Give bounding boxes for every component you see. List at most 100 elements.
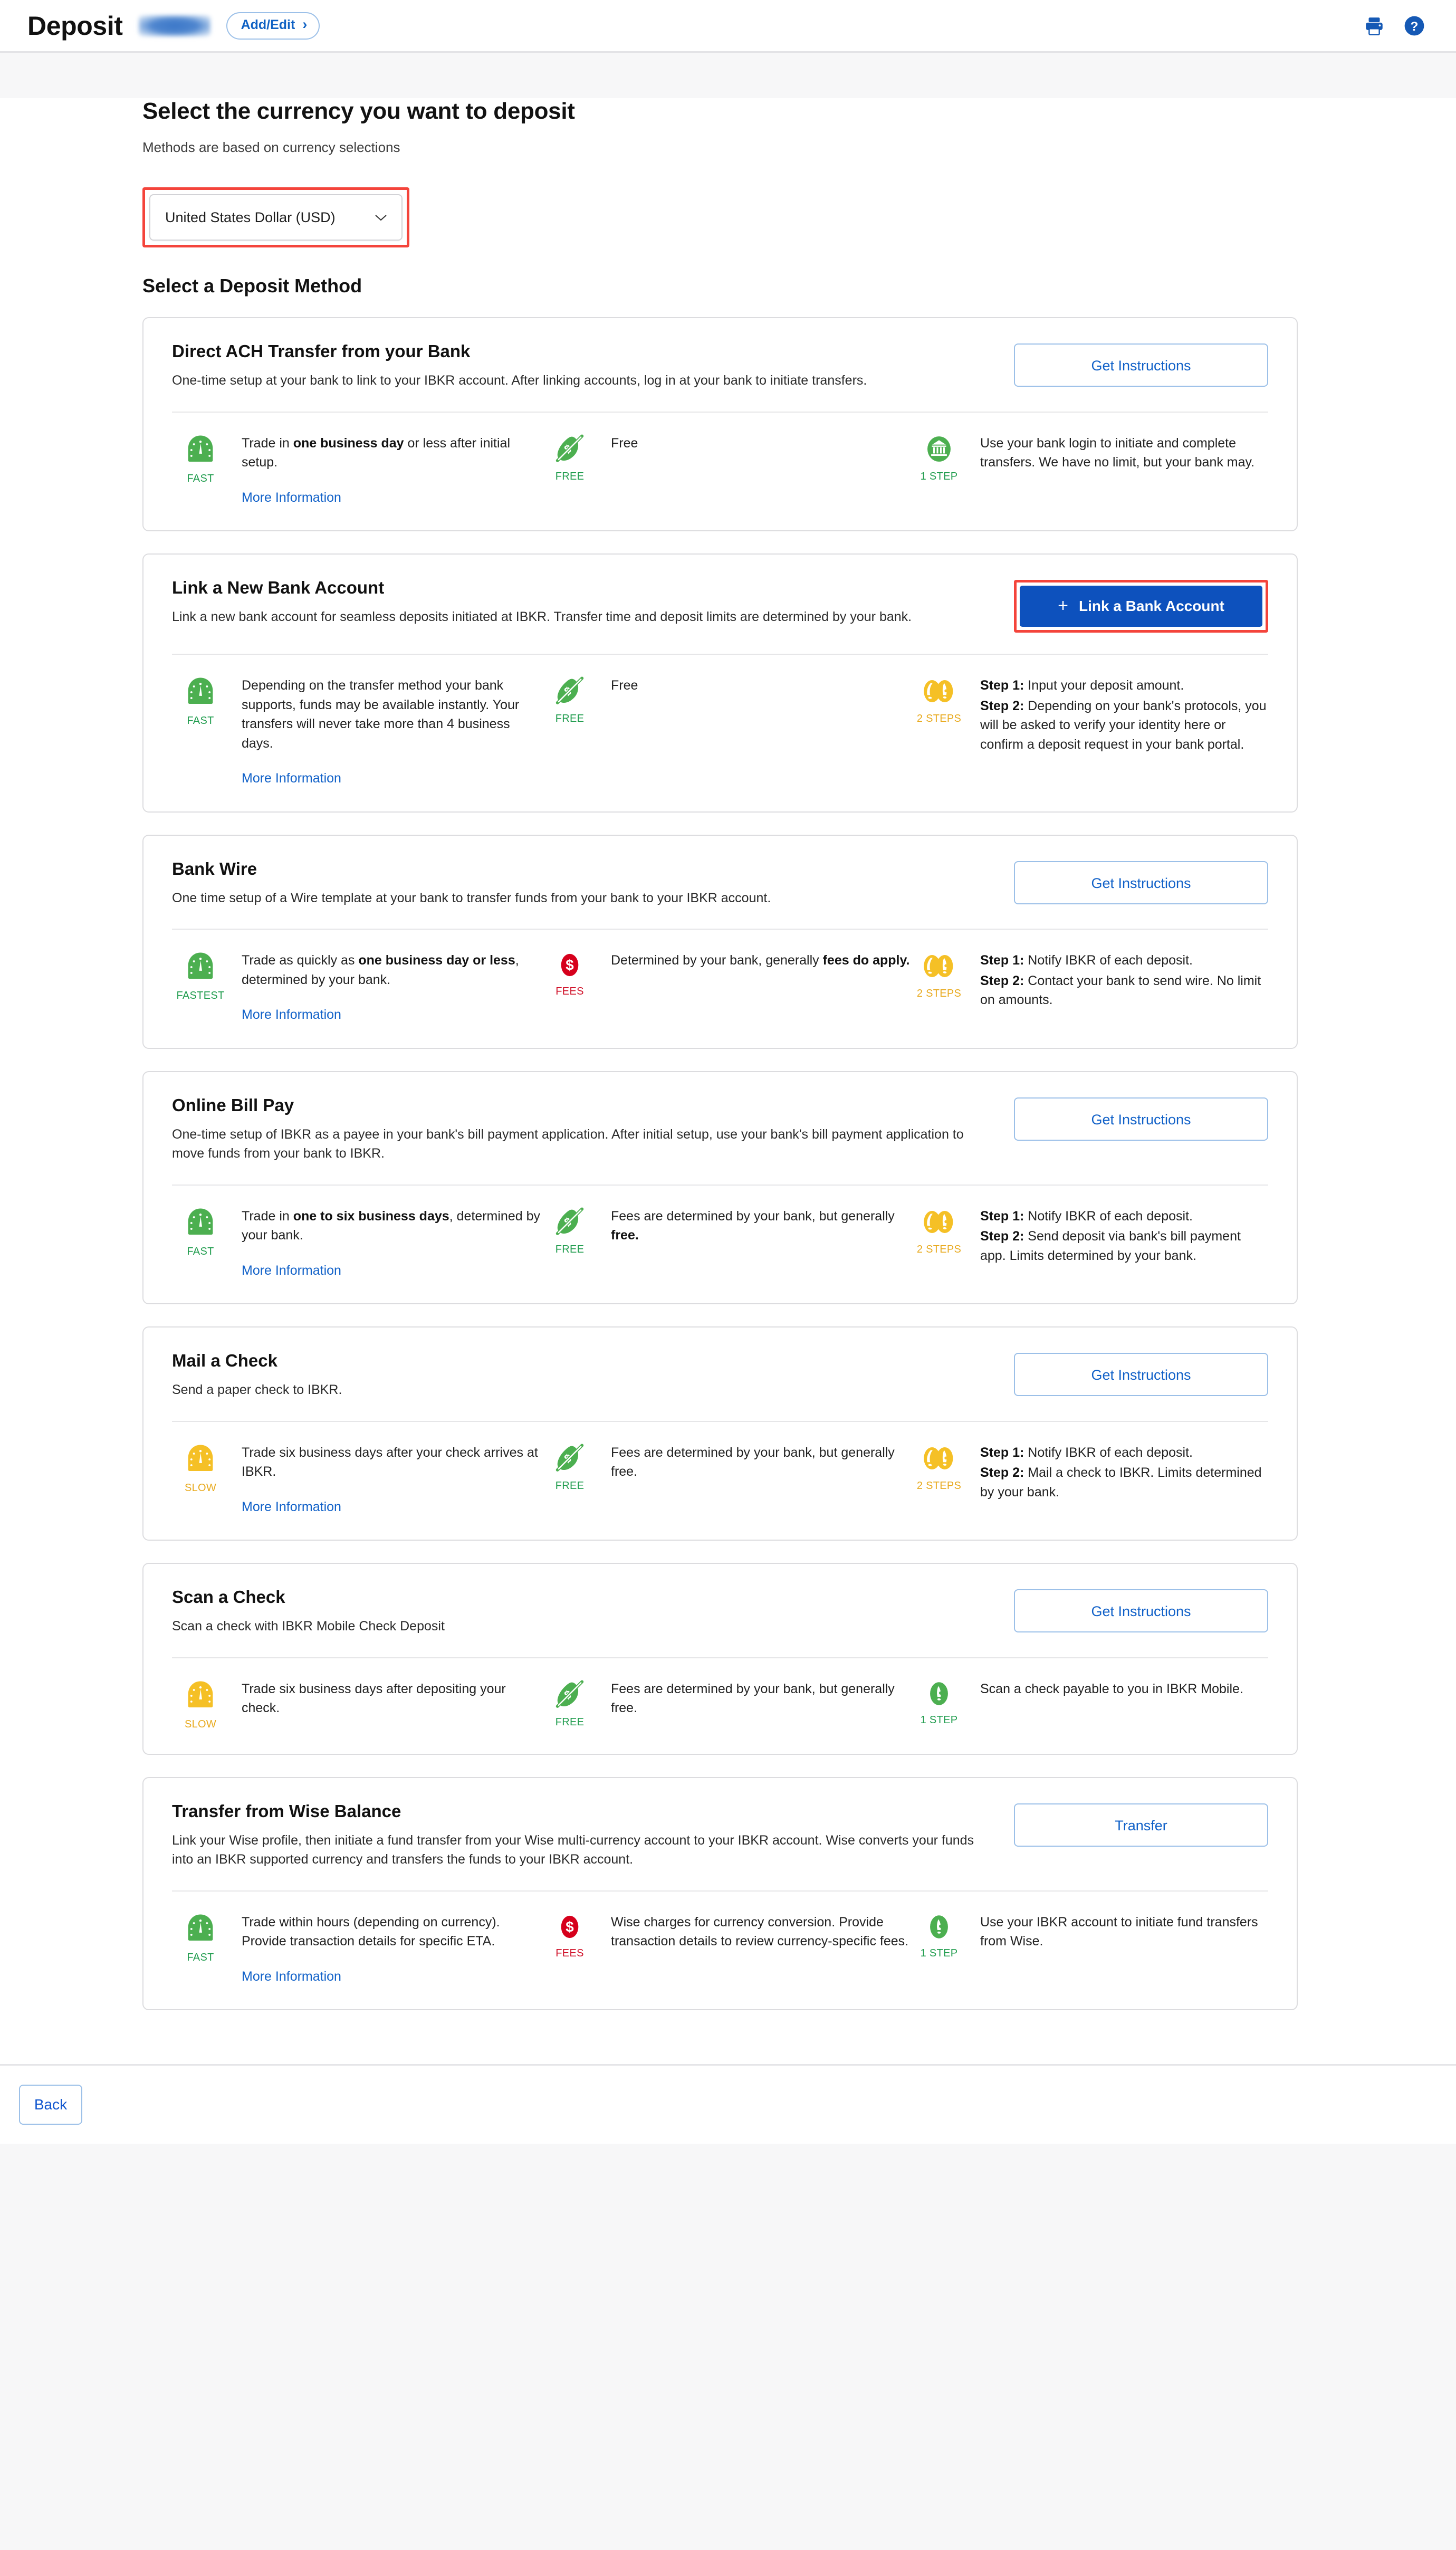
feature-steps: 2 STEPS Step 1: Input your deposit amoun… bbox=[911, 675, 1268, 788]
page-inner: Select the currency you want to deposit … bbox=[0, 98, 1456, 2010]
feature-speed: SLOW Trade six business days after your … bbox=[172, 1442, 541, 1517]
speed-label: FAST bbox=[187, 1952, 214, 1964]
speed-text: Trade six business days after depositing… bbox=[242, 1678, 541, 1718]
method-features: FAST Depending on the transfer method yo… bbox=[172, 655, 1268, 788]
fees-text: Free bbox=[611, 675, 638, 695]
fees-icon-col: $ FREE bbox=[541, 1442, 598, 1492]
steps-text: Step 1: Input your deposit amount.Step 2… bbox=[980, 675, 1268, 755]
gauge-icon bbox=[183, 950, 218, 985]
fees-text: Fees are determined by your bank, but ge… bbox=[611, 1206, 911, 1245]
feature-fees: $ FREE Free bbox=[541, 433, 911, 508]
more-information-link[interactable]: More Information bbox=[242, 1497, 341, 1517]
help-icon[interactable]: ? bbox=[1403, 15, 1425, 37]
fees-label: FREE bbox=[555, 1244, 585, 1256]
deposit-method-card: Link a New Bank Account Link a new bank … bbox=[142, 553, 1298, 813]
deposit-page: Select the currency you want to deposit … bbox=[0, 98, 1456, 2066]
card-action: Get Instructions bbox=[1014, 859, 1268, 904]
feature-steps: 2 STEPS Step 1: Notify IBKR of each depo… bbox=[911, 1442, 1268, 1517]
card-action: + Link a Bank Account bbox=[1014, 578, 1268, 633]
speed-text: Trade six business days after your check… bbox=[242, 1442, 541, 1517]
card-header: Link a New Bank Account Link a new bank … bbox=[172, 578, 1268, 633]
steps-label: 2 STEPS bbox=[917, 1244, 961, 1256]
method-name: Bank Wire bbox=[172, 859, 993, 879]
steps-icon-col: 1 STEP bbox=[911, 433, 968, 483]
svg-text:$: $ bbox=[566, 957, 574, 973]
get-instructions-button[interactable]: Get Instructions bbox=[1014, 1589, 1268, 1632]
speed-icon-col: SLOW bbox=[172, 1678, 229, 1731]
method-name: Link a New Bank Account bbox=[172, 578, 993, 598]
speed-icon-col: FAST bbox=[172, 1206, 229, 1258]
speed-icon-col: FAST bbox=[172, 1912, 229, 1964]
more-information-link[interactable]: More Information bbox=[242, 769, 341, 788]
steps-icon-col: 1 STEP bbox=[911, 1678, 968, 1726]
print-icon[interactable] bbox=[1363, 15, 1385, 37]
speed-text: Depending on the transfer method your ba… bbox=[242, 675, 541, 788]
method-name: Direct ACH Transfer from your Bank bbox=[172, 341, 993, 361]
method-features: FAST Trade in one to six business days, … bbox=[172, 1186, 1268, 1281]
steps-label: 2 STEPS bbox=[917, 713, 961, 725]
svg-text:?: ? bbox=[1411, 20, 1419, 34]
get-instructions-button[interactable]: Get Instructions bbox=[1014, 861, 1268, 904]
fees-text: Free bbox=[611, 433, 638, 453]
speed-icon-col: FASTEST bbox=[172, 950, 229, 1002]
feature-steps: 1 STEP Scan a check payable to you in IB… bbox=[911, 1678, 1268, 1731]
two-steps-icon bbox=[920, 675, 958, 708]
steps-label: 1 STEP bbox=[921, 471, 958, 483]
link-bank-account-button[interactable]: + Link a Bank Account bbox=[1020, 586, 1262, 627]
back-button[interactable]: Back bbox=[19, 2085, 82, 2125]
get-instructions-button[interactable]: Get Instructions bbox=[1014, 1353, 1268, 1396]
fees-icon-col: $ FREE bbox=[541, 1206, 598, 1256]
footer-bar: Back bbox=[0, 2066, 1456, 2144]
feature-steps: 1 STEP Use your bank login to initiate a… bbox=[911, 433, 1268, 508]
speed-label: FASTEST bbox=[176, 990, 224, 1002]
no-fee-icon: $ bbox=[553, 1678, 586, 1711]
more-information-link[interactable]: More Information bbox=[242, 488, 341, 508]
fees-text: Fees are determined by your bank, but ge… bbox=[611, 1442, 911, 1482]
app-header: Deposit Add/Edit › ? bbox=[0, 0, 1456, 53]
feature-fees: $ FREE Free bbox=[541, 675, 911, 788]
steps-text: Step 1: Notify IBKR of each deposit.Step… bbox=[980, 950, 1268, 1011]
card-header-text: Direct ACH Transfer from your Bank One-t… bbox=[172, 341, 1014, 390]
one-footprint-icon bbox=[924, 1912, 954, 1942]
deposit-method-card: Transfer from Wise Balance Link your Wis… bbox=[142, 1777, 1298, 2011]
add-edit-button[interactable]: Add/Edit › bbox=[226, 12, 320, 40]
svg-text:$: $ bbox=[566, 1918, 574, 1935]
gauge-icon bbox=[183, 433, 218, 467]
fees-text: Determined by your bank, generally fees … bbox=[611, 950, 909, 970]
more-information-link[interactable]: More Information bbox=[242, 1967, 341, 1986]
steps-text: Use your IBKR account to initiate fund t… bbox=[980, 1912, 1268, 1951]
transfer-button[interactable]: Transfer bbox=[1014, 1803, 1268, 1847]
fee-dollar-icon: $ bbox=[554, 950, 585, 980]
fees-icon-col: $ FEES bbox=[541, 1912, 598, 1960]
fees-label: FEES bbox=[555, 986, 583, 998]
card-header: Online Bill Pay One-time setup of IBKR a… bbox=[172, 1095, 1268, 1163]
card-header: Mail a Check Send a paper check to IBKR.… bbox=[172, 1351, 1268, 1400]
gauge-icon bbox=[183, 1206, 218, 1240]
more-information-link[interactable]: More Information bbox=[242, 1005, 341, 1025]
speed-label: FAST bbox=[187, 715, 214, 727]
get-instructions-button[interactable]: Get Instructions bbox=[1014, 343, 1268, 387]
method-description: One time setup of a Wire template at you… bbox=[172, 889, 993, 908]
steps-text: Step 1: Notify IBKR of each deposit.Step… bbox=[980, 1206, 1268, 1267]
method-features: FASTEST Trade as quickly as one business… bbox=[172, 930, 1268, 1025]
card-action: Get Instructions bbox=[1014, 341, 1268, 387]
gauge-icon bbox=[183, 1912, 218, 1946]
feature-speed: FAST Trade in one business day or less a… bbox=[172, 433, 541, 508]
card-header-text: Link a New Bank Account Link a new bank … bbox=[172, 578, 1014, 627]
currency-select[interactable]: United States Dollar (USD) bbox=[149, 194, 403, 241]
link-bank-account-highlight: + Link a Bank Account bbox=[1014, 580, 1268, 633]
more-information-link[interactable]: More Information bbox=[242, 1261, 341, 1281]
one-footprint-icon bbox=[924, 1678, 954, 1709]
steps-icon-col: 1 STEP bbox=[911, 1912, 968, 1960]
two-steps-icon bbox=[920, 950, 958, 982]
no-fee-icon: $ bbox=[553, 433, 586, 465]
no-fee-icon: $ bbox=[553, 1206, 586, 1238]
get-instructions-button[interactable]: Get Instructions bbox=[1014, 1097, 1268, 1141]
header-right-group: ? bbox=[1363, 15, 1425, 37]
fees-label: FREE bbox=[555, 1716, 585, 1728]
steps-text: Step 1: Notify IBKR of each deposit.Step… bbox=[980, 1442, 1268, 1503]
steps-icon-col: 2 STEPS bbox=[911, 950, 968, 1000]
card-header: Direct ACH Transfer from your Bank One-t… bbox=[172, 341, 1268, 390]
card-header-text: Mail a Check Send a paper check to IBKR. bbox=[172, 1351, 1014, 1400]
card-header-text: Transfer from Wise Balance Link your Wis… bbox=[172, 1801, 1014, 1869]
